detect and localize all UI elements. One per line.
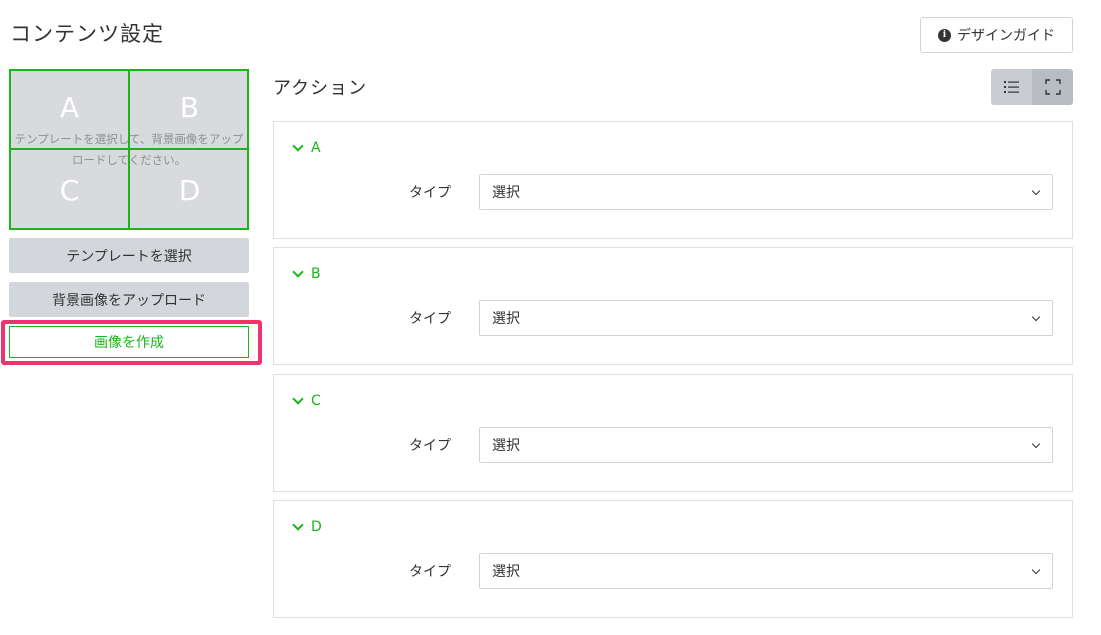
type-label: タイプ — [409, 564, 451, 580]
type-select[interactable]: 選択 — [479, 174, 1053, 210]
preview-cell-b[interactable]: B — [130, 71, 249, 150]
preview-cell-a[interactable]: A — [11, 71, 130, 150]
action-card-a: A タイプ 選択 — [273, 121, 1073, 239]
action-header[interactable]: B — [292, 266, 321, 282]
list-icon — [1003, 81, 1019, 93]
chevron-down-icon — [292, 519, 304, 531]
actions-title: アクション — [273, 78, 368, 99]
action-card-c: C タイプ 選択 — [273, 374, 1073, 492]
cell-label: C — [59, 174, 80, 207]
chevron-down-icon — [292, 140, 304, 152]
action-name: C — [311, 393, 321, 409]
type-label: タイプ — [409, 438, 451, 454]
type-label: タイプ — [409, 185, 451, 201]
type-select[interactable]: 選択 — [479, 553, 1053, 589]
view-toggle — [991, 69, 1073, 105]
page-title: コンテンツ設定 — [10, 22, 164, 46]
list-view-button[interactable] — [991, 69, 1032, 105]
chevron-down-icon — [1031, 312, 1041, 322]
chevron-down-icon — [1031, 186, 1041, 196]
cell-label: D — [178, 174, 201, 207]
preview-cell-d[interactable]: D — [130, 150, 249, 229]
action-header[interactable]: C — [292, 393, 321, 409]
action-header[interactable]: D — [292, 519, 322, 535]
expand-view-button[interactable] — [1032, 69, 1073, 105]
type-select[interactable]: 選択 — [479, 427, 1053, 463]
type-select-value: 選択 — [492, 564, 520, 580]
action-card-d: D タイプ 選択 — [273, 500, 1073, 618]
chevron-down-icon — [1031, 565, 1041, 575]
chevron-down-icon — [292, 393, 304, 405]
action-name: B — [311, 266, 321, 282]
preview-cell-c[interactable]: C — [11, 150, 130, 229]
type-select-value: 選択 — [492, 311, 520, 327]
design-guide-label: デザインガイド — [957, 28, 1055, 44]
create-image-button[interactable]: 画像を作成 — [9, 326, 249, 358]
chevron-down-icon — [292, 266, 304, 278]
cell-label: A — [59, 91, 80, 124]
image-preview: A B C D テンプレートを選択して、背景画像をアップロードしてください。 — [9, 69, 249, 230]
chevron-down-icon — [1031, 439, 1041, 449]
type-select[interactable]: 選択 — [479, 300, 1053, 336]
type-select-value: 選択 — [492, 438, 520, 454]
action-name: A — [311, 140, 321, 156]
expand-icon — [1044, 79, 1061, 95]
action-name: D — [311, 519, 322, 535]
design-guide-button[interactable]: i デザインガイド — [920, 17, 1073, 53]
type-select-value: 選択 — [492, 185, 520, 201]
select-template-button[interactable]: テンプレートを選択 — [9, 238, 249, 273]
upload-background-button[interactable]: 背景画像をアップロード — [9, 282, 249, 317]
type-label: タイプ — [409, 311, 451, 327]
cell-label: B — [179, 91, 200, 124]
info-icon: i — [938, 28, 951, 42]
action-header[interactable]: A — [292, 140, 321, 156]
action-card-b: B タイプ 選択 — [273, 247, 1073, 365]
